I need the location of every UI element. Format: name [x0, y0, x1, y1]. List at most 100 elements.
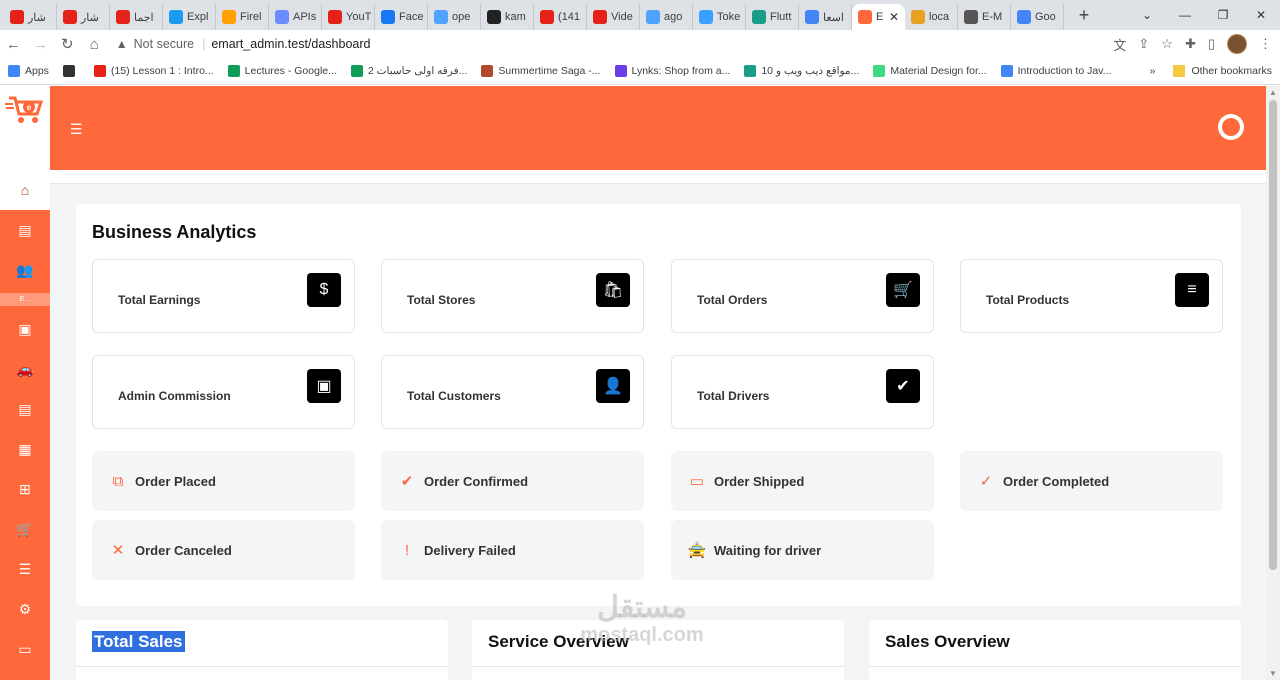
- order-status-tile[interactable]: ⧉ Order Placed: [92, 451, 355, 511]
- bookmark-item[interactable]: Lynks: Shop from a...: [614, 65, 730, 77]
- translate-icon[interactable]: 文: [1113, 35, 1126, 54]
- hamburger-menu-icon[interactable]: ☰: [70, 121, 83, 138]
- stat-card[interactable]: Total Orders 🛒: [671, 259, 934, 333]
- reload-icon[interactable]: ↻: [54, 35, 81, 53]
- stat-card[interactable]: Total Earnings $: [92, 259, 355, 333]
- extensions-icon[interactable]: ✚: [1185, 36, 1196, 52]
- browser-tab[interactable]: Flutt: [746, 4, 799, 30]
- page-scrollbar[interactable]: ▲ ▼: [1266, 86, 1280, 680]
- sidebar-item-list[interactable]: ☰: [0, 549, 50, 589]
- bookmark-item[interactable]: (15) Lesson 1 : Intro...: [93, 65, 214, 77]
- browser-tab[interactable]: kam: [481, 4, 534, 30]
- url-bar[interactable]: ▲ Not secure | emart_admin.test/dashboar…: [116, 32, 1114, 56]
- browser-tab[interactable]: شار: [4, 4, 57, 30]
- sidebar-item-cart[interactable]: 🛒: [0, 509, 50, 549]
- browser-tab[interactable]: Goo: [1011, 4, 1064, 30]
- url-separator: |: [202, 37, 206, 51]
- bookmark-label: (15) Lesson 1 : Intro...: [110, 65, 214, 77]
- back-icon[interactable]: ←: [0, 36, 27, 53]
- stat-card[interactable]: Total Drivers ✔: [671, 355, 934, 429]
- browser-tab[interactable]: Face: [375, 4, 428, 30]
- minimize-button[interactable]: —: [1166, 0, 1204, 30]
- status-label: Delivery Failed: [424, 542, 516, 558]
- browser-profile-avatar[interactable]: [1227, 34, 1247, 54]
- scroll-thumb[interactable]: [1269, 100, 1277, 570]
- stat-card[interactable]: Total Products ≡: [960, 259, 1223, 333]
- home-icon[interactable]: ⌂: [81, 36, 108, 53]
- bookmark-item[interactable]: فرقه اولى حاسبات 2...: [350, 65, 467, 77]
- menu-icon[interactable]: ⋮: [1259, 36, 1272, 52]
- browser-tab[interactable]: Firel: [216, 4, 269, 30]
- bookmark-item[interactable]: Apps: [8, 65, 49, 77]
- browser-tab[interactable]: (141: [534, 4, 587, 30]
- browser-tab[interactable]: Expl: [163, 4, 216, 30]
- browser-tab[interactable]: YouT: [322, 4, 375, 30]
- tab-label: E: [876, 11, 884, 23]
- browser-tab[interactable]: Toke: [693, 4, 746, 30]
- bookmark-item[interactable]: Lectures - Google...: [227, 65, 337, 77]
- forward-icon[interactable]: →: [27, 36, 54, 53]
- sidebar-item-stores[interactable]: ▣: [0, 309, 50, 349]
- close-tab-icon[interactable]: ✕: [889, 10, 899, 24]
- browser-tab[interactable]: loca: [905, 4, 958, 30]
- browser-tab[interactable]: ago: [640, 4, 693, 30]
- scroll-down-icon[interactable]: ▼: [1269, 669, 1277, 678]
- sidebar-item-categories[interactable]: ▦: [0, 429, 50, 469]
- order-status-tile[interactable]: ✔ Order Confirmed: [381, 451, 644, 511]
- bookmark-favicon-icon: [62, 65, 75, 77]
- status-icon: ⧉: [112, 472, 124, 490]
- close-window-button[interactable]: ✕: [1242, 0, 1280, 30]
- tab-label: اسعا: [823, 11, 844, 24]
- stat-icon: $: [307, 273, 341, 307]
- bookmark-star-icon[interactable]: ☆: [1161, 36, 1173, 52]
- sidebar-item-orders[interactable]: ▤: [0, 389, 50, 429]
- sidebar-item-add[interactable]: ⊞: [0, 469, 50, 509]
- stat-card[interactable]: Total Stores 🛍: [381, 259, 644, 333]
- order-status-tile[interactable]: ▭ Order Shipped: [671, 451, 934, 511]
- status-icon: !: [404, 541, 410, 559]
- browser-tab[interactable]: ope: [428, 4, 481, 30]
- bookmark-item[interactable]: Summertime Saga -...: [481, 65, 601, 77]
- browser-tab[interactable]: E-M: [958, 4, 1011, 30]
- bookmark-favicon-icon: [614, 65, 627, 77]
- cart-icon: 🛒: [16, 520, 34, 537]
- browser-tab[interactable]: شار: [57, 4, 110, 30]
- maximize-button[interactable]: ❐: [1204, 0, 1242, 30]
- order-status-tile[interactable]: ! Delivery Failed: [381, 520, 644, 580]
- tab-search-icon[interactable]: ⌄: [1128, 0, 1166, 30]
- scroll-up-icon[interactable]: ▲: [1269, 88, 1277, 97]
- order-status-tile[interactable]: ✕ Order Canceled: [92, 520, 355, 580]
- bookmark-item[interactable]: Material Design for...: [873, 65, 987, 77]
- browser-tab[interactable]: APIs: [269, 4, 322, 30]
- tab-favicon-icon: [646, 10, 660, 24]
- bookmark-item[interactable]: [62, 65, 80, 77]
- order-status-tile[interactable]: 🚖 Waiting for driver: [671, 520, 934, 580]
- new-tab-button[interactable]: +: [1070, 5, 1098, 26]
- security-label: Not secure: [133, 37, 195, 51]
- tab-label: Face: [399, 11, 424, 23]
- status-label: Order Placed: [135, 473, 216, 489]
- share-icon[interactable]: ⇪: [1138, 36, 1149, 52]
- tab-favicon-icon: [540, 10, 554, 24]
- browser-tab-bar: شار شار اجما Expl Firel APIs YouT Face ope kam (14…: [0, 0, 1280, 30]
- sidebar-item-dashboard[interactable]: ⌂: [0, 170, 50, 210]
- sidepanel-icon[interactable]: ▯: [1208, 36, 1215, 52]
- tab-label: loca: [929, 11, 950, 23]
- bookmark-item[interactable]: Introduction to Jav...: [1000, 65, 1111, 77]
- other-bookmarks[interactable]: Other bookmarks: [1191, 65, 1272, 77]
- stat-card[interactable]: Total Customers 👤: [381, 355, 644, 429]
- browser-tab[interactable]: Vide: [587, 4, 640, 30]
- sidebar-item-settings[interactable]: ⚙: [0, 589, 50, 629]
- bookmarks-more-button[interactable]: »: [1150, 65, 1156, 77]
- browser-tab[interactable]: اجما: [110, 4, 163, 30]
- sidebar-item-users[interactable]: 👥: [0, 250, 50, 290]
- order-status-tile[interactable]: ✓ Order Completed: [960, 451, 1223, 511]
- bookmark-item[interactable]: 10 مواقع ديب ويب و...: [744, 65, 859, 77]
- sidebar-item-reports[interactable]: ▤: [0, 210, 50, 250]
- sidebar-item-drivers[interactable]: 🚗: [0, 349, 50, 389]
- browser-tab[interactable]: E ✕: [852, 4, 905, 30]
- sidebar-item-monitor[interactable]: ▭: [0, 629, 50, 669]
- user-profile-avatar[interactable]: [1218, 114, 1244, 140]
- stat-card[interactable]: Admin Commission ▣: [92, 355, 355, 429]
- browser-tab[interactable]: اسعا: [799, 4, 852, 30]
